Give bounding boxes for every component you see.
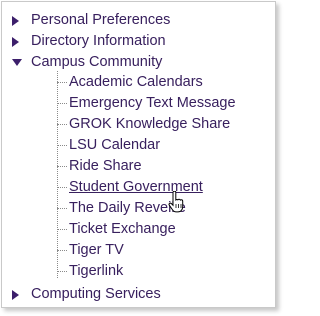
tree-item-label[interactable]: Tigerlink (69, 261, 123, 282)
expand-arrow-icon[interactable] (12, 290, 19, 300)
expand-arrow-icon[interactable] (12, 16, 19, 26)
collapse-arrow-icon[interactable] (12, 59, 22, 66)
tree-item-label[interactable]: Ticket Exchange (69, 219, 176, 240)
tree-item-label[interactable]: Academic Calendars (69, 72, 203, 93)
tree-item-label[interactable]: Ride Share (69, 156, 142, 177)
tree-item-label[interactable]: LSU Calendar (69, 135, 160, 156)
tree-branch-line (57, 208, 67, 209)
tree-item-label[interactable]: Personal Preferences (31, 10, 170, 31)
tree-item-label[interactable]: Emergency Text Message (69, 93, 236, 114)
tree-item-label[interactable]: Tiger TV (69, 240, 124, 261)
tree-branch-line (57, 103, 67, 104)
tree-item-label[interactable]: GROK Knowledge Share (69, 114, 230, 135)
tree-branch-line (57, 166, 67, 167)
tree-branch-line (57, 82, 67, 83)
tree-item-label[interactable]: Directory Information (31, 31, 166, 52)
hand-pointer-icon (168, 191, 184, 213)
expand-arrow-icon[interactable] (12, 37, 19, 47)
navigation-tree-panel: Personal Preferences Directory Informati… (1, 1, 276, 308)
tree-branch-line (57, 145, 67, 146)
tree-branch-line (57, 250, 67, 251)
tree-branch-line (57, 187, 67, 188)
tree-branch-line (57, 124, 67, 125)
tree-item-label[interactable]: Campus Community (31, 52, 162, 73)
tree-branch-line (57, 271, 67, 272)
tree-branch-line (57, 229, 67, 230)
tree-item-label[interactable]: Computing Services (31, 284, 161, 305)
